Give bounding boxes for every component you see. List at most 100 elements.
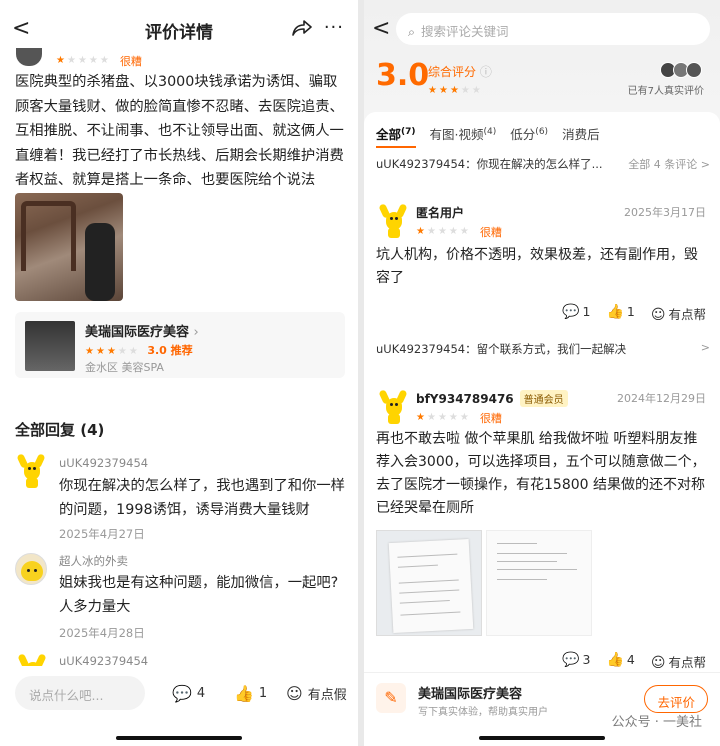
avatar[interactable] [15, 553, 47, 585]
smiley-icon: ☺ [286, 684, 303, 703]
back-icon[interactable]: < [372, 16, 390, 41]
star-filled-icon: ★ [85, 345, 94, 357]
summary-header: < ⌕ 搜索评论关键词 3.0 综合评分 ⓘ ★ ★ ★ ★ ★ 已有7人真实评价 [364, 0, 720, 110]
watermark: 公众号 · 一美社 [611, 715, 702, 730]
rating-word: 很糟 [119, 54, 142, 68]
comment-button[interactable]: 💬 1 [562, 304, 590, 323]
review-detail-screen: < 评价详情 ··· ★ ★ ★ ★ ★ 很糟 医院典型的杀猪盘、以3000块钱承诺为诱… [0, 0, 358, 746]
member-badge: 普通会员 [519, 390, 568, 407]
rating-stars: ★ ★ ★ ★ ★ [416, 226, 469, 237]
smiley-icon: ☺ [650, 655, 666, 671]
useful-button[interactable]: ☺ 有点帮 [651, 304, 706, 323]
smiley-icon: ☺ [650, 307, 666, 323]
reply-date: 2025年4月28日 [59, 626, 145, 640]
score-label: 综合评分 ⓘ [428, 65, 492, 79]
review-actions: 💬 1 👍 1 ☺ 有点帮 [562, 304, 706, 323]
star-empty-icon: ★ [66, 55, 76, 66]
comment-button[interactable]: 💬 3 [562, 652, 590, 671]
star-filled-icon: ★ [449, 85, 459, 96]
overall-score: 3.0 [376, 58, 430, 93]
score-stars: ★ ★ ★ ★ ★ [428, 80, 481, 99]
review-item: 匿名用户 2025年3月17日 ★ ★ ★ ★ ★ 很糟 坑人机构，价格不透明，效果极差… [364, 203, 720, 324]
like-button[interactable]: 👍 4 [606, 652, 634, 671]
mascot-icon [378, 389, 408, 424]
star-filled-icon: ★ [416, 226, 425, 237]
thumbs-up-icon: 👍 [234, 684, 254, 703]
tab-low-score[interactable]: 低分(6) [510, 124, 548, 148]
shop-rating: ★ ★ ★ ★ ★ 3.0 推荐 [85, 342, 193, 358]
reply-item: uUK492379454 你现在解决的怎么样了，我也遇到了和你一样的问题，199… [15, 453, 345, 546]
chevron-right-icon[interactable]: > [701, 341, 710, 354]
comment-preview[interactable]: uUK492379454：你现在解决的怎么样了... 全部 4 条评论 > [376, 156, 710, 172]
comment-button[interactable]: 💬 4 [172, 684, 205, 703]
person-shape [85, 223, 115, 301]
review-text: 坑人机构，价格不透明，效果极差，还有副作用，毁容了 [376, 247, 698, 286]
review-photo[interactable] [376, 530, 482, 636]
useful-button[interactable]: ☺ 有点假 [286, 684, 347, 703]
useful-button[interactable]: ☺ 有点帮 [651, 652, 706, 671]
star-empty-icon: ★ [99, 55, 109, 66]
avatar[interactable] [15, 453, 47, 488]
reply-input[interactable]: 说点什么吧... [15, 676, 145, 710]
star-empty-icon: ★ [448, 412, 458, 423]
shop-location: 金水区 美容SPA [85, 361, 164, 374]
rating-stars: ★ ★ ★ ★ ★ [56, 55, 109, 66]
shop-card[interactable]: 美瑞国际医疗美容 › ★ ★ ★ ★ ★ 3.0 推荐 金水区 美容SPA [15, 312, 345, 378]
review-date: 2024年12月29日 [617, 392, 706, 405]
header: < 评价详情 ··· [0, 0, 358, 56]
more-icon[interactable]: ··· [324, 17, 344, 38]
review-rating: ★ ★ ★ ★ ★ 很糟 [416, 407, 502, 426]
star-empty-icon: ★ [460, 85, 470, 96]
write-review-button[interactable]: 去评价 [644, 685, 708, 713]
rating-word: 很糟 [479, 411, 502, 425]
review-text: 再也不敢去啦 做个苹果肌 给我做坏啦 听塑料朋友推荐入会3000，可以选择项目，… [376, 431, 706, 516]
share-icon[interactable] [292, 19, 312, 37]
shop-name: 美瑞国际医疗美容 › [85, 325, 199, 340]
shop-rating-text: 3.0 推荐 [147, 344, 193, 357]
rating-stars: ★ ★ ★ ★ ★ [428, 85, 481, 96]
tab-after-purchase[interactable]: 消费后 [562, 124, 600, 148]
search-input[interactable]: ⌕ 搜索评论关键词 [396, 13, 710, 45]
tab-with-media[interactable]: 有图·视频(4) [430, 124, 497, 148]
reply-user[interactable]: uUK492379454 [59, 456, 148, 470]
all-comments-link[interactable]: 全部 4 条评论 > [628, 156, 710, 172]
like-button[interactable]: 👍 1 [606, 304, 634, 323]
reply-text: 你现在解决的怎么样了，我也遇到了和你一样的问题，1998诱饵，诱导消费大量钱财 [59, 478, 345, 518]
star-empty-icon: ★ [128, 345, 138, 357]
avatar[interactable] [16, 48, 42, 66]
thumbs-up-icon: 👍 [606, 652, 624, 668]
chair-shape [21, 201, 76, 271]
pikachu-icon [21, 561, 43, 581]
reply-user[interactable]: 超人冰的外卖 [59, 553, 128, 569]
shop-name[interactable]: 美瑞国际医疗美容 [418, 683, 522, 702]
review-photo[interactable] [15, 193, 123, 301]
review-rating: ★ ★ ★ ★ ★ 很糟 [416, 221, 502, 240]
reviews-sheet: 全部(7) 有图·视频(4) 低分(6) 消费后 uUK492379454：你现… [364, 112, 720, 746]
thumbs-up-icon: 👍 [606, 304, 624, 320]
star-empty-icon: ★ [426, 412, 436, 423]
replies-title: 全部回复 (4) [15, 421, 105, 439]
review-user[interactable]: 匿名用户 [416, 204, 464, 221]
star-empty-icon: ★ [77, 55, 87, 66]
review-date: 2025年3月17日 [624, 206, 706, 219]
shop-thumbnail [25, 321, 75, 371]
shop-subtitle: 写下真实体验，帮助真实用户 [418, 707, 548, 718]
review-user[interactable]: bfY934789476 普通会员 [416, 390, 568, 407]
edit-review-icon: ✎ [376, 683, 406, 713]
star-filled-icon: ★ [106, 345, 116, 357]
rating-word: 很糟 [479, 225, 502, 239]
reviewer-avatars [660, 62, 704, 78]
review-photo[interactable] [486, 530, 592, 636]
rating-stars: ★ ★ ★ ★ ★ [416, 412, 469, 423]
comment-icon: 💬 [172, 684, 192, 703]
mascot-icon [16, 453, 46, 488]
comment-preview[interactable]: uUK492379454：留个联系方式，我们一起解决 > [376, 341, 710, 357]
star-filled-icon: ★ [56, 55, 65, 66]
star-filled-icon: ★ [416, 412, 425, 423]
like-button[interactable]: 👍 1 [234, 684, 267, 703]
reply-text: 姐妹我也是有这种问题，能加微信，一起吧?人多力量大 [59, 575, 339, 615]
star-filled-icon: ★ [428, 85, 437, 96]
shop-bottom-bar: ✎ 美瑞国际医疗美容 写下真实体验，帮助真实用户 去评价 公众号 · 一美社 [364, 672, 720, 746]
star-empty-icon: ★ [448, 226, 458, 237]
tab-all[interactable]: 全部(7) [376, 124, 416, 148]
